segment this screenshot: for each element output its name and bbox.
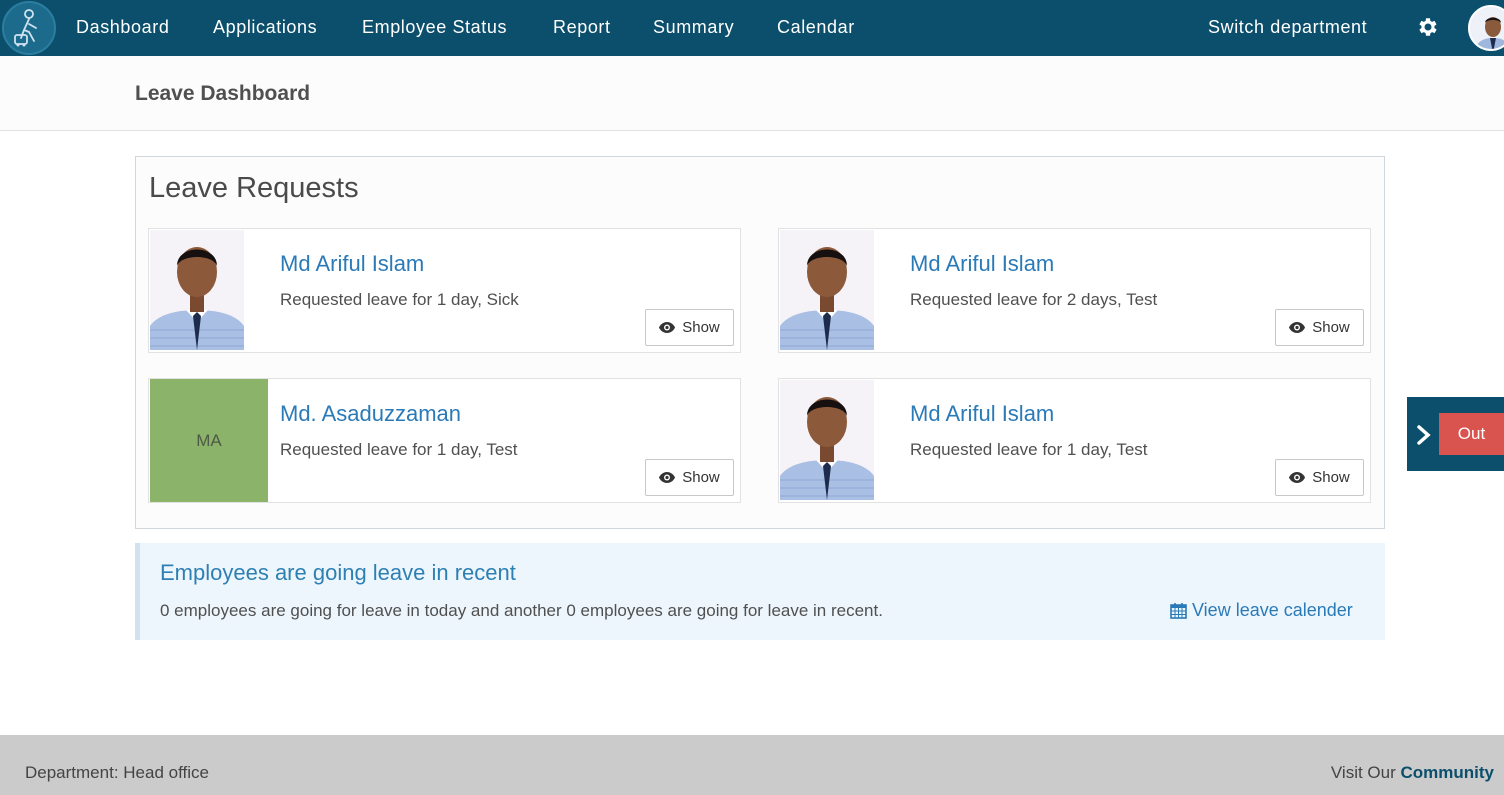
show-label: Show: [682, 319, 720, 336]
page-header: Leave Dashboard: [0, 56, 1504, 131]
leave-description: Requested leave for 2 days, Test: [910, 290, 1158, 309]
footer-visit: Visit Our Community: [1331, 763, 1494, 783]
nav-applications[interactable]: Applications: [213, 17, 317, 38]
leave-requests-panel: Leave Requests Md Ariful Islam Requested…: [135, 156, 1385, 529]
employee-initials-avatar: MA: [150, 379, 268, 502]
switch-department-link[interactable]: Switch department: [1208, 17, 1367, 38]
leave-description: Requested leave for 1 day, Sick: [280, 290, 519, 309]
show-button[interactable]: Show: [1275, 459, 1364, 496]
leave-request-card: Md Ariful Islam Requested leave for 1 da…: [778, 378, 1371, 503]
nav-dashboard[interactable]: Dashboard: [76, 17, 169, 38]
employee-photo: [780, 380, 874, 500]
nav-summary[interactable]: Summary: [653, 17, 734, 38]
leave-request-card: Md Ariful Islam Requested leave for 2 da…: [778, 228, 1371, 353]
footer: Department: Head office Visit Our Commun…: [0, 735, 1504, 795]
nav-report[interactable]: Report: [553, 17, 611, 38]
employee-name-link[interactable]: Md Ariful Islam: [910, 251, 1054, 277]
gear-icon[interactable]: [1416, 15, 1440, 39]
recent-leave-text: 0 employees are going for leave in today…: [160, 601, 883, 620]
nav-calendar[interactable]: Calendar: [777, 17, 855, 38]
show-button[interactable]: Show: [645, 309, 734, 346]
leave-description: Requested leave for 1 day, Test: [910, 440, 1148, 459]
eye-icon: [659, 472, 676, 483]
app-logo[interactable]: [2, 1, 56, 55]
footer-visit-prefix: Visit Our: [1330, 763, 1396, 782]
show-button[interactable]: Show: [645, 459, 734, 496]
leave-request-card: Md Ariful Islam Requested leave for 1 da…: [148, 228, 741, 353]
show-label: Show: [682, 469, 720, 486]
employee-photo: [150, 230, 244, 350]
calendar-icon: [1170, 603, 1187, 619]
chevron-right-icon[interactable]: [1415, 424, 1433, 446]
employee-photo: [780, 230, 874, 350]
employee-name-link[interactable]: Md Ariful Islam: [910, 401, 1054, 427]
nav-employee-status[interactable]: Employee Status: [362, 17, 507, 38]
show-label: Show: [1312, 469, 1350, 486]
eye-icon: [1289, 472, 1306, 483]
show-label: Show: [1312, 319, 1350, 336]
leave-description: Requested leave for 1 day, Test: [280, 440, 518, 459]
logo-icon: [14, 9, 37, 47]
footer-department: Department: Head office: [25, 763, 209, 782]
out-button[interactable]: Out: [1439, 413, 1504, 455]
show-button[interactable]: Show: [1275, 309, 1364, 346]
employee-name-link[interactable]: Md Ariful Islam: [280, 251, 424, 277]
leave-request-card: MA Md. Asaduzzaman Requested leave for 1…: [148, 378, 741, 503]
recent-leave-title: Employees are going leave in recent: [160, 560, 516, 585]
community-link[interactable]: Community: [1401, 763, 1495, 782]
view-leave-calendar-label: View leave calender: [1192, 600, 1353, 620]
eye-icon: [1289, 322, 1306, 333]
recent-leave-box: Employees are going leave in recent 0 em…: [135, 543, 1385, 640]
eye-icon: [659, 322, 676, 333]
user-photo: [1470, 7, 1504, 49]
view-leave-calendar-link[interactable]: View leave calender: [1170, 600, 1353, 621]
user-avatar[interactable]: [1468, 5, 1504, 51]
leave-requests-title: Leave Requests: [149, 172, 359, 204]
employee-name-link[interactable]: Md. Asaduzzaman: [280, 401, 461, 427]
top-navbar: Dashboard Applications Employee Status R…: [0, 0, 1504, 56]
page-title: Leave Dashboard: [135, 82, 311, 105]
attendance-side-tab: Out: [1407, 397, 1504, 471]
